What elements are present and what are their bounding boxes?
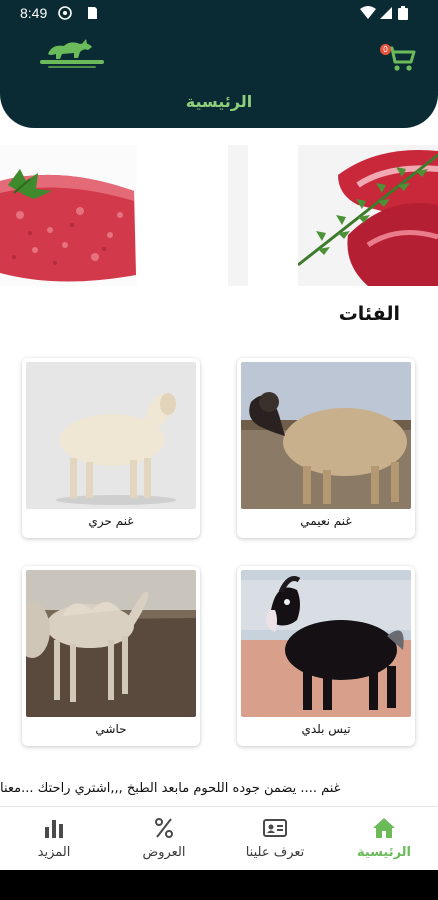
nav-label-offers: العروض xyxy=(142,845,186,860)
nav-item-offers[interactable]: العروض xyxy=(114,807,214,871)
categories-title: الفئات xyxy=(338,303,400,325)
banner-lamb-cuts[interactable] xyxy=(298,145,438,286)
category-label: غنم حري xyxy=(88,514,134,528)
banner-minced-meat[interactable] xyxy=(0,145,137,286)
harri-sheep-image xyxy=(26,362,196,509)
nav-label-home: الرئيسية xyxy=(356,845,412,860)
category-card-harri[interactable]: غنم حري xyxy=(22,358,200,538)
baladi-goat-image xyxy=(241,570,411,717)
category-card-camel-calf[interactable]: حاشي xyxy=(22,566,200,746)
signal-icon xyxy=(380,7,392,19)
nav-label-more: المزيد xyxy=(37,845,71,860)
status-bar: 8:49 xyxy=(0,0,438,28)
id-card-icon xyxy=(263,819,287,837)
category-label: حاشي xyxy=(95,722,127,736)
lamb-cuts-image xyxy=(298,145,438,286)
category-label: تيس بلدي xyxy=(301,722,351,736)
bar-chart-icon xyxy=(45,820,63,838)
marquee-text: غنم .... يضمن جوده اللحوم مابعد الطبخ ,,… xyxy=(0,781,341,796)
page-title: الرئيسية xyxy=(185,92,253,111)
system-navigation-bar xyxy=(0,870,438,900)
nav-item-home[interactable]: الرئيسية xyxy=(334,807,434,871)
bottom-navigation: الرئيسية تعرف علينا العروض المزيد xyxy=(0,806,438,870)
app-screen: 8:49 0 الرئيسية الفئات غنم نعيمي غنم حري… xyxy=(0,0,438,900)
category-label: غنم نعيمي xyxy=(300,514,352,528)
cart-count-badge: 0 xyxy=(380,44,391,55)
nav-item-about[interactable]: تعرف علينا xyxy=(225,807,325,871)
category-card-baladi-goat[interactable]: تيس بلدي xyxy=(237,566,415,746)
nav-item-more[interactable]: المزيد xyxy=(4,807,104,871)
status-time: 8:49 xyxy=(20,5,48,21)
banner-card-edge xyxy=(228,145,248,286)
home-icon xyxy=(373,818,395,838)
category-card-naimi[interactable]: غنم نعيمي xyxy=(237,358,415,538)
percent-icon xyxy=(155,818,173,838)
brand-logo[interactable] xyxy=(34,38,110,72)
nav-label-about: تعرف علينا xyxy=(245,845,305,860)
promo-marquee: غنم .... يضمن جوده اللحوم مابعد الطبخ ,,… xyxy=(0,778,438,804)
minced-meat-image xyxy=(0,145,137,286)
camel-calf-image xyxy=(26,570,196,717)
banner-spacer xyxy=(137,145,298,286)
battery-icon xyxy=(398,6,408,20)
sd-card-icon xyxy=(88,7,97,19)
app-header: 0 الرئيسية xyxy=(0,28,438,128)
settings-notification-icon xyxy=(58,6,72,20)
naimi-sheep-image xyxy=(241,362,411,509)
wifi-icon xyxy=(360,6,376,19)
